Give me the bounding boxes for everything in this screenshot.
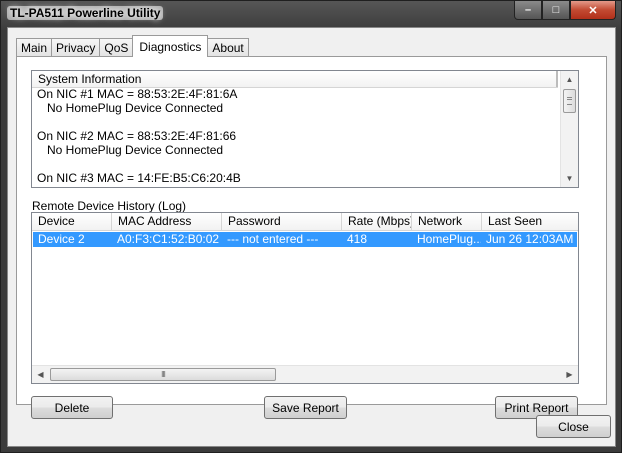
system-info-line [37, 115, 552, 129]
delete-button[interactable]: Delete [31, 396, 113, 419]
column-header-mac[interactable]: MAC Address [112, 213, 222, 230]
scroll-thumb[interactable] [563, 89, 576, 113]
system-info-list[interactable]: System Information On NIC #1 MAC = 88:53… [31, 70, 579, 188]
save-report-button[interactable]: Save Report [264, 396, 347, 419]
app-window: TL-PA511 Powerline Utility – □ ✕ Main Pr… [0, 0, 622, 453]
cell-last-seen: Jun 26 12:03AM [486, 232, 574, 246]
title-bar[interactable]: TL-PA511 Powerline Utility – □ ✕ [1, 1, 621, 27]
tab-strip: Main Privacy QoS Diagnostics About [16, 35, 249, 57]
remote-history-label: Remote Device History (Log) [32, 199, 187, 213]
dialog-client: Main Privacy QoS Diagnostics About Syste… [7, 27, 616, 447]
tab-about[interactable]: About [207, 38, 249, 57]
window-close-button[interactable]: ✕ [570, 1, 616, 20]
cell-network: HomePlug... [417, 232, 481, 246]
system-info-line [37, 157, 552, 171]
column-header-password[interactable]: Password [222, 213, 342, 230]
window-controls: – □ ✕ [514, 1, 616, 20]
hscroll-thumb[interactable]: III [50, 368, 276, 381]
column-header-last-seen[interactable]: Last Seen [482, 213, 578, 230]
system-info-line: No HomePlug Device Connected [37, 101, 224, 115]
system-info-line: On NIC #1 MAC = 88:53:2E:4F:81:6A [37, 87, 238, 101]
diagnostics-panel: System Information On NIC #1 MAC = 88:53… [16, 56, 607, 419]
system-info-scrollbar[interactable]: ▲ ▼ [560, 71, 578, 187]
column-header-network[interactable]: Network [412, 213, 482, 230]
close-icon: ✕ [588, 4, 598, 17]
minimize-icon: – [524, 4, 532, 16]
scroll-right-icon[interactable]: ▶ [561, 366, 578, 383]
remote-history-table[interactable]: Device MAC Address Password Rate (Mbps) … [31, 212, 579, 384]
cell-mac: A0:F3:C1:52:B0:02 [117, 232, 220, 246]
cell-device: Device 2 [38, 232, 85, 246]
system-info-lines: On NIC #1 MAC = 88:53:2E:4F:81:6A No Hom… [37, 87, 552, 185]
system-info-line: No HomePlug Device Connected [37, 143, 224, 157]
system-info-header[interactable]: System Information [32, 71, 558, 88]
tab-diagnostics[interactable]: Diagnostics [132, 35, 209, 57]
scroll-up-icon[interactable]: ▲ [561, 71, 578, 88]
scroll-down-icon[interactable]: ▼ [561, 170, 578, 187]
cell-password: --- not entered --- [227, 232, 319, 246]
tab-privacy[interactable]: Privacy [51, 38, 101, 57]
table-row[interactable]: Device 2 A0:F3:C1:52:B0:02 --- not enter… [33, 232, 577, 247]
cell-rate: 418 [347, 232, 368, 246]
window-title: TL-PA511 Powerline Utility [7, 6, 164, 20]
minimize-button[interactable]: – [514, 1, 542, 20]
tab-qos[interactable]: QoS [99, 38, 134, 57]
column-header-rate[interactable]: Rate (Mbps) [342, 213, 412, 230]
maximize-icon: □ [552, 4, 560, 16]
tab-main[interactable]: Main [16, 38, 53, 57]
system-info-line: On NIC #2 MAC = 88:53:2E:4F:81:66 [37, 129, 237, 143]
column-header-device[interactable]: Device [32, 213, 112, 230]
remote-history-hscrollbar[interactable]: ◀ III ▶ [32, 365, 578, 383]
table-header: Device MAC Address Password Rate (Mbps) … [32, 213, 578, 231]
close-button[interactable]: Close [536, 415, 611, 438]
system-info-line: On NIC #3 MAC = 14:FE:B5:C6:20:4B [37, 171, 241, 185]
scroll-left-icon[interactable]: ◀ [32, 366, 49, 383]
maximize-button[interactable]: □ [542, 1, 570, 20]
